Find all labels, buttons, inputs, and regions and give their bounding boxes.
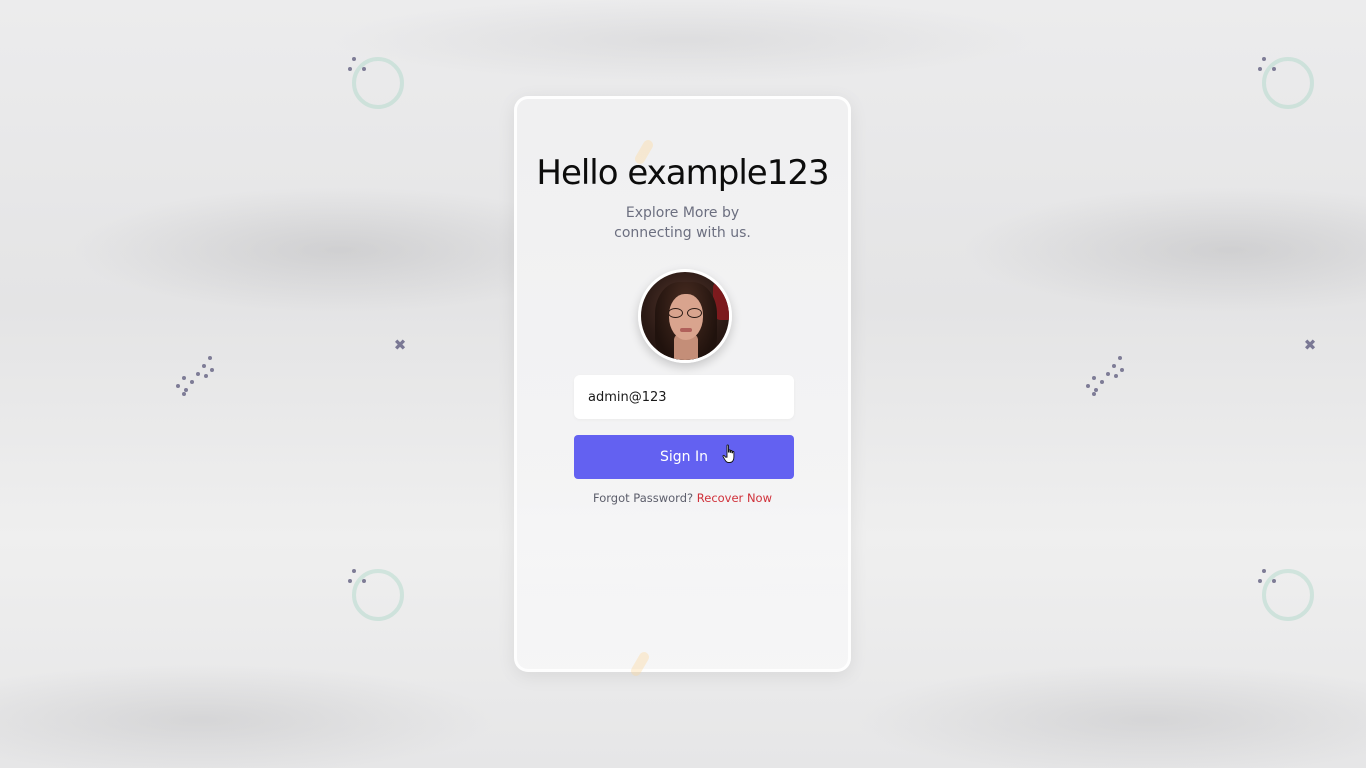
dot-line-decoration: [172, 354, 216, 398]
page-title: Hello example123: [536, 153, 829, 193]
page-subtitle: Explore More by connecting with us.: [614, 205, 751, 241]
x-mark-icon: ✖: [1303, 336, 1317, 354]
dots-decoration: [348, 57, 372, 81]
dots-decoration: [1258, 569, 1282, 593]
avatar: [638, 269, 732, 363]
forgot-password-row: Forgot Password? Recover Now: [517, 491, 848, 505]
dot-line-decoration: [1082, 354, 1126, 398]
x-mark-icon: ✖: [393, 336, 407, 354]
username-input[interactable]: [574, 375, 794, 419]
recover-now-link[interactable]: Recover Now: [697, 491, 772, 505]
login-card: Hello example123 Explore More by connect…: [514, 96, 851, 678]
dots-decoration: [348, 569, 372, 593]
sign-in-button[interactable]: Sign In: [574, 435, 794, 479]
dots-decoration: [1258, 57, 1282, 81]
forgot-password-text: Forgot Password?: [593, 491, 694, 505]
hand-pointer-icon: [722, 444, 735, 463]
